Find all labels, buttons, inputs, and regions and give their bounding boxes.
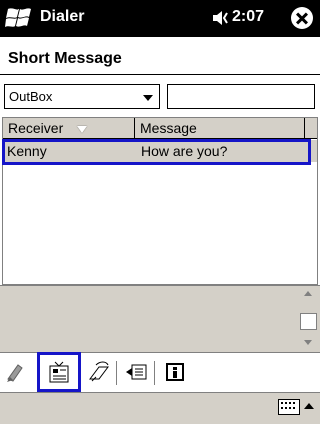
column-header-label: Message — [140, 120, 197, 136]
menu-bar — [0, 392, 320, 424]
input-panel-arrow-icon[interactable] — [304, 403, 314, 409]
reply-icon[interactable] — [124, 359, 150, 385]
title-divider — [0, 74, 320, 75]
selected-row-highlight — [2, 139, 311, 165]
list-header: Receiver Message — [3, 118, 317, 139]
volume-icon[interactable] — [210, 9, 232, 27]
scroll-thumb[interactable] — [300, 313, 317, 330]
chevron-down-icon — [143, 95, 153, 101]
clock[interactable]: 2:07 — [232, 8, 264, 26]
page-title: Short Message — [8, 50, 122, 67]
message-preview-panel — [0, 285, 320, 353]
toolbar-separator — [116, 361, 117, 385]
search-input[interactable] — [167, 84, 315, 109]
sort-down-icon — [77, 125, 88, 133]
scroll-up-button[interactable] — [300, 287, 317, 301]
close-icon[interactable] — [291, 7, 313, 29]
scroll-down-button[interactable] — [300, 336, 317, 350]
info-icon[interactable] — [162, 359, 188, 385]
folder-selected-value: OutBox — [9, 89, 53, 104]
send-receive-icon[interactable] — [86, 359, 112, 385]
title-bar: Dialer 2:07 — [0, 0, 320, 37]
column-header-label: Receiver — [8, 120, 64, 136]
app-title: Dialer — [40, 8, 85, 25]
vertical-scrollbar[interactable] — [300, 287, 317, 350]
toolbar-separator — [154, 361, 155, 385]
column-header-message[interactable]: Message — [135, 118, 305, 138]
windows-start-icon[interactable] — [5, 5, 33, 31]
new-message-icon[interactable] — [4, 359, 30, 385]
column-header-receiver[interactable]: Receiver — [3, 118, 135, 138]
folder-dropdown[interactable]: OutBox — [4, 84, 160, 109]
keyboard-icon[interactable] — [278, 399, 300, 415]
toolbar-button-highlight — [37, 352, 81, 392]
